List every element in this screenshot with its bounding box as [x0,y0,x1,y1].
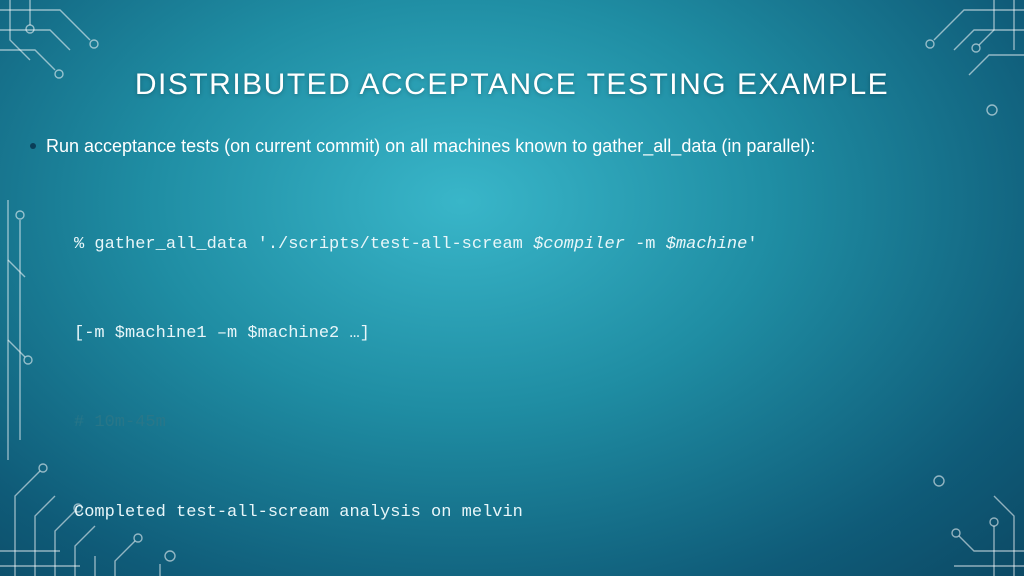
code-options-line: [-m $machine1 –m $machine2 …] [74,319,994,349]
code-block: % gather_all_data './scripts/test-all-sc… [74,170,994,576]
code-comment-line: # 10m-45m [74,408,994,438]
bullet-icon [30,143,36,149]
bullet-text: Run acceptance tests (on current commit)… [46,135,815,158]
code-output-line: Completed test-all-scream analysis on me… [74,498,994,528]
slide: DISTRIBUTED ACCEPTANCE TESTING EXAMPLE R… [0,0,1024,576]
code-text: -m [625,235,666,254]
code-text: % gather_all_data './scripts/test-all-sc… [74,235,533,254]
code-text: ' [747,235,757,254]
code-var: $compiler [533,235,625,254]
slide-title: DISTRIBUTED ACCEPTANCE TESTING EXAMPLE [0,68,1024,102]
code-command-line: % gather_all_data './scripts/test-all-sc… [74,230,994,260]
code-var: $machine [666,235,748,254]
slide-body: Run acceptance tests (on current commit)… [30,135,994,576]
bullet-item: Run acceptance tests (on current commit)… [30,135,994,158]
